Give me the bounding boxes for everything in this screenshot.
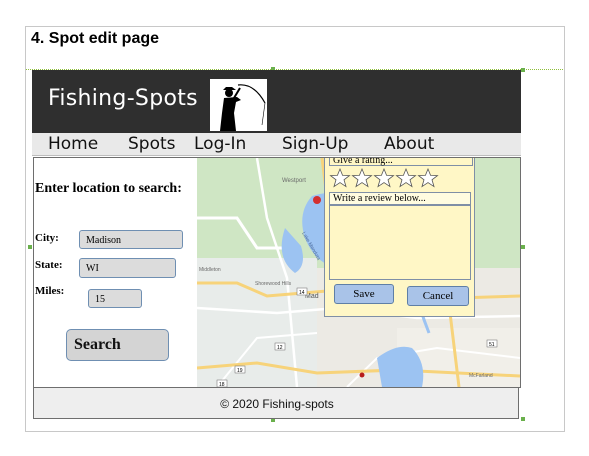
nav-item-sign-up[interactable]: Sign-Up xyxy=(282,134,348,154)
nav-item-home[interactable]: Home xyxy=(48,134,98,154)
star-icon[interactable] xyxy=(329,168,351,188)
review-label: Write a review below... xyxy=(329,192,471,205)
search-panel: Enter location to search: City: Madison … xyxy=(34,158,196,387)
resize-handle[interactable] xyxy=(521,245,525,249)
svg-text:12: 12 xyxy=(277,345,283,351)
road-badge: 14 xyxy=(296,287,308,296)
city-label: City: xyxy=(35,232,59,244)
star-icon[interactable] xyxy=(395,168,417,188)
miles-label: Miles: xyxy=(35,285,65,297)
site-header: Fishing-Spots xyxy=(32,70,521,133)
nav-item-about[interactable]: About xyxy=(384,134,434,154)
map-label-middleton: Middleton xyxy=(199,267,221,273)
road-badge: 12 xyxy=(274,342,286,351)
star-icon[interactable] xyxy=(351,168,373,188)
city-input[interactable]: Madison xyxy=(79,230,183,249)
nav-item-spots[interactable]: Spots xyxy=(128,134,176,154)
search-button[interactable]: Search xyxy=(66,329,169,361)
star-icon[interactable] xyxy=(417,168,439,188)
state-label: State: xyxy=(35,259,63,271)
review-textarea[interactable] xyxy=(329,205,471,280)
road-badge: 18 xyxy=(216,379,228,387)
map-label-shorewood: Shorewood Hills xyxy=(255,281,292,287)
map-label-mcfarland: McFarland xyxy=(469,373,493,379)
fisherman-icon xyxy=(210,79,267,131)
document-heading: 4. Spot edit page xyxy=(31,30,160,47)
road-badge: 19 xyxy=(234,365,246,374)
cancel-button[interactable]: Cancel xyxy=(407,286,469,306)
main-content: Enter location to search: City: Madison … xyxy=(33,157,521,388)
rating-label: Give a rating... xyxy=(329,158,473,166)
miles-input[interactable]: 15 xyxy=(88,289,142,308)
page-mockup: Fishing-Spots Home Spots Log-In Sign-Up … xyxy=(32,70,521,420)
svg-text:51: 51 xyxy=(489,342,495,348)
rating-stars[interactable] xyxy=(329,168,473,188)
svg-text:14: 14 xyxy=(299,290,305,296)
review-popup: Give a rating... Write a review below...… xyxy=(324,158,475,317)
resize-handle[interactable] xyxy=(521,68,525,72)
star-icon[interactable] xyxy=(373,168,395,188)
resize-handle[interactable] xyxy=(521,417,525,421)
map-label-westport: Westport xyxy=(282,178,306,184)
search-panel-title: Enter location to search: xyxy=(35,181,182,196)
nav-item-log-in[interactable]: Log-In xyxy=(194,134,246,154)
save-button[interactable]: Save xyxy=(334,284,394,304)
road-badge: 51 xyxy=(486,339,498,348)
svg-text:19: 19 xyxy=(237,368,243,374)
site-footer: © 2020 Fishing-spots xyxy=(33,387,519,419)
state-input[interactable]: WI xyxy=(79,258,176,278)
footer-copyright: © 2020 Fishing-spots xyxy=(220,397,334,411)
site-brand[interactable]: Fishing-Spots xyxy=(48,86,198,111)
nav-bar: Home Spots Log-In Sign-Up About xyxy=(32,133,521,156)
